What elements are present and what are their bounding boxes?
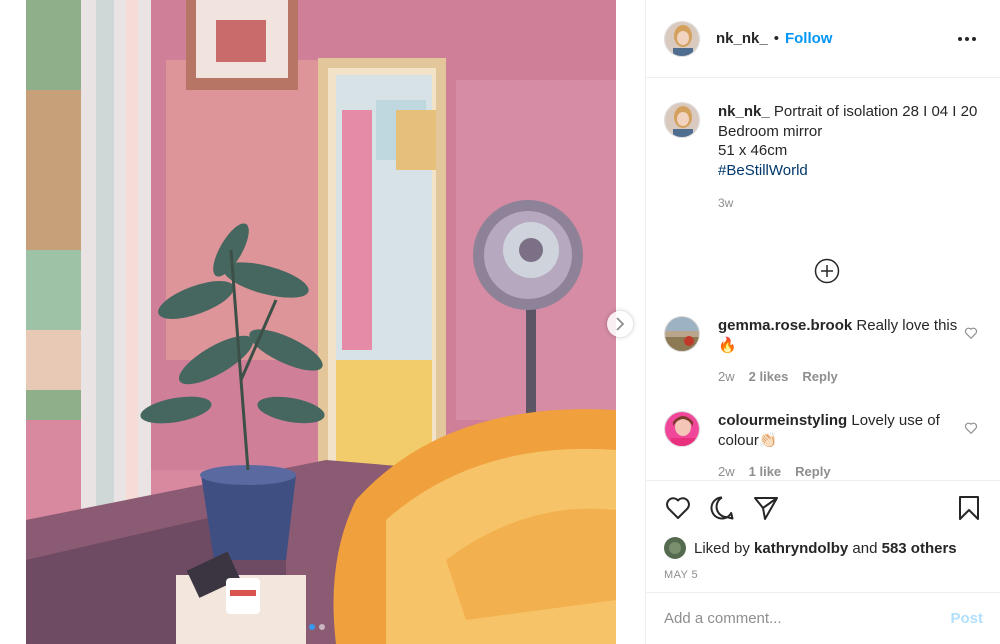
next-image-button[interactable]: [607, 311, 633, 337]
likes-summary: Liked by kathryndolby and 583 others: [664, 537, 983, 559]
comment-username[interactable]: gemma.rose.brook: [718, 317, 852, 334]
caption-body: nk_nk_ Portrait of isolation 28 I 04 I 2…: [718, 102, 978, 214]
comment-meta: 2w 2 likes Reply: [718, 367, 958, 387]
author-username[interactable]: nk_nk_: [716, 30, 768, 47]
post-caption: nk_nk_ Portrait of isolation 28 I 04 I 2…: [646, 78, 1000, 214]
post-sidebar: nk_nk_ • Follow nk_nk_ Portrait of isola…: [645, 0, 1000, 644]
comments-section[interactable]: nk_nk_ Portrait of isolation 28 I 04 I 2…: [646, 78, 1000, 480]
carousel-dot: [319, 624, 325, 630]
comment-likes[interactable]: 2 likes: [749, 367, 789, 387]
painting-image: [26, 0, 616, 644]
comment-likes[interactable]: 1 like: [749, 462, 782, 480]
load-more-comments-button[interactable]: [814, 258, 840, 284]
comment-meta: 2w 1 like Reply: [718, 462, 958, 480]
comment-timestamp[interactable]: 2w: [718, 367, 735, 387]
caption-avatar[interactable]: [664, 102, 700, 138]
commenter-avatar[interactable]: [664, 411, 700, 447]
post-actions: Liked by kathryndolby and 583 others MAY…: [646, 480, 1000, 581]
liker-avatar[interactable]: [664, 537, 686, 559]
liker-username[interactable]: kathryndolby: [754, 540, 848, 557]
comment-like-heart-icon[interactable]: [964, 326, 978, 340]
post-date[interactable]: MAY 5: [664, 569, 983, 581]
plus-circle-icon: [814, 258, 840, 284]
comment-body: gemma.rose.brook Really love this 🔥 2w 2…: [718, 316, 958, 387]
post-image-pane: [0, 0, 645, 644]
likes-prefix: Liked by: [694, 539, 750, 557]
comment-composer: Post: [646, 592, 1000, 644]
commenter-avatar[interactable]: [664, 316, 700, 352]
action-icons-row: [664, 493, 983, 523]
caption-hashtag[interactable]: #BeStillWorld: [718, 161, 978, 181]
comment-item: colourmeinstyling Lovely use of colour👏🏻…: [664, 411, 984, 480]
comment-body: colourmeinstyling Lovely use of colour👏🏻…: [718, 411, 958, 480]
share-icon[interactable]: [752, 494, 780, 522]
comment-input[interactable]: [664, 610, 951, 627]
author-avatar[interactable]: [664, 20, 700, 57]
caption-line-3: 51 x 46cm: [718, 142, 788, 159]
heart-icon[interactable]: [664, 494, 692, 522]
caption-timestamp[interactable]: 3w: [718, 194, 978, 214]
comment-item: gemma.rose.brook Really love this 🔥 2w 2…: [664, 316, 984, 387]
post-comment-button[interactable]: Post: [950, 610, 983, 627]
follow-button[interactable]: Follow: [785, 30, 833, 47]
caption-line-2: Bedroom mirror: [718, 122, 823, 140]
chevron-right-icon: [616, 317, 625, 331]
caption-line-1: Portrait of isolation 28 I 04 I 20: [773, 103, 978, 120]
header-separator: •: [773, 30, 779, 47]
comment-like-heart-icon[interactable]: [964, 421, 978, 435]
post-header: nk_nk_ • Follow: [646, 0, 1000, 78]
reply-button[interactable]: Reply: [802, 367, 837, 387]
caption-username[interactable]: nk_nk_: [718, 103, 770, 120]
more-options-icon[interactable]: [952, 31, 982, 47]
likes-others-link[interactable]: 583 others: [882, 540, 957, 557]
bookmark-icon[interactable]: [955, 494, 983, 522]
reply-button[interactable]: Reply: [795, 462, 830, 480]
likes-and: and: [852, 539, 878, 557]
comment-timestamp[interactable]: 2w: [718, 462, 735, 480]
comment-username[interactable]: colourmeinstyling: [718, 412, 847, 429]
carousel-indicator: [309, 624, 325, 630]
comment-icon[interactable]: [708, 494, 736, 522]
carousel-dot-active: [309, 624, 315, 630]
